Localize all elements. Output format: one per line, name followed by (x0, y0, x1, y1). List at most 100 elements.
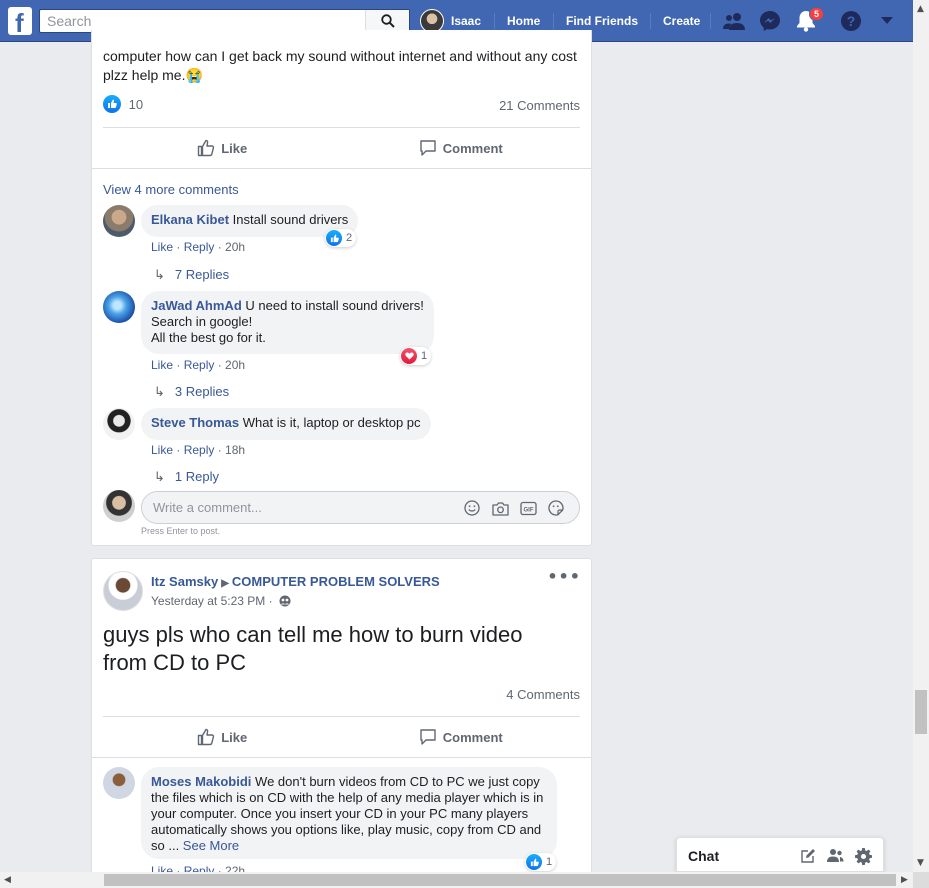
press-enter-hint: Press Enter to post. (141, 526, 221, 536)
post-timestamp[interactable]: Yesterday at 5:23 PM · (151, 594, 273, 608)
group-name-link[interactable]: COMPUTER PROBLEM SOLVERS (232, 574, 440, 589)
comment-reply-link[interactable]: Reply (184, 358, 215, 372)
notification-count-badge: 5 (809, 7, 825, 21)
comment-time[interactable]: 18h (225, 443, 245, 457)
comment-reply-link[interactable]: Reply (184, 443, 215, 457)
horizontal-scrollbar-thumb[interactable] (104, 874, 896, 886)
commenter-avatar[interactable] (103, 408, 135, 440)
commenter-avatar[interactable] (103, 767, 135, 799)
like-button[interactable]: Like (103, 728, 342, 746)
comment-author[interactable]: Steve Thomas (151, 415, 239, 430)
post-card: Itz Samsky ▶ COMPUTER PROBLEM SOLVERS Yest… (91, 558, 592, 878)
post-options-icon[interactable]: ••• (547, 567, 581, 586)
comment-reactions[interactable]: 2 (325, 229, 357, 247)
comment-reaction-count: 1 (546, 856, 553, 868)
comment: Moses Makobidi We don't burn videos from… (103, 767, 573, 878)
like-button[interactable]: Like (103, 139, 342, 157)
commenter-avatar[interactable] (103, 291, 135, 323)
search-button[interactable] (365, 10, 409, 32)
reactions-summary: 4 Comments (103, 687, 580, 707)
sticker-icon[interactable] (547, 499, 565, 517)
post-text-line: plzz help me.😭 (103, 67, 203, 83)
chat-settings-gear-icon[interactable] (854, 847, 872, 865)
view-more-comments-link[interactable]: View 4 more comments (103, 182, 239, 197)
write-comment-row: GIF (103, 490, 580, 524)
comment: Steve Thomas What is it, laptop or deskt… (103, 408, 573, 488)
friend-requests-icon[interactable] (722, 9, 746, 33)
view-replies-link[interactable]: ↳ 1 Reply (154, 469, 219, 485)
like-reaction-icon (526, 854, 542, 870)
commenter-avatar[interactable] (103, 205, 135, 237)
nav-divider (494, 13, 495, 29)
post-text-line: from CD to PC (103, 650, 247, 675)
emoji-icon[interactable] (463, 499, 481, 517)
comment-like-link[interactable]: Like (151, 240, 173, 254)
scroll-left-arrow-icon[interactable]: ◀ (4, 875, 11, 885)
comment-author[interactable]: Elkana Kibet (151, 212, 229, 227)
comment-author[interactable]: Moses Makobidi (151, 774, 251, 789)
comment-text: What is it, laptop or desktop pc (242, 415, 421, 430)
comment-text-line: the files which is on CD with the help o… (151, 790, 544, 805)
comment-author[interactable]: JaWad AhmAd (151, 298, 242, 313)
reply-arrow-icon: ↳ (154, 469, 165, 484)
new-message-icon[interactable] (799, 847, 817, 865)
comments-count-link[interactable]: 4 Comments (506, 687, 580, 702)
help-icon[interactable]: ? (839, 9, 863, 33)
see-more-link[interactable]: See More (183, 838, 239, 853)
svg-text:?: ? (847, 13, 856, 29)
post-text-line: guys pls who can tell me how to burn vid… (103, 622, 523, 647)
comment-text-line: We don't burn videos from CD to PC we ju… (255, 774, 540, 789)
comment-label: Comment (442, 729, 503, 745)
comment-button[interactable]: Comment (342, 728, 581, 746)
replies-count: 7 Replies (174, 267, 230, 282)
comment-time[interactable]: 20h (225, 240, 245, 254)
post-meta: Yesterday at 5:23 PM · (151, 594, 291, 608)
comment-like-link[interactable]: Like (151, 443, 173, 457)
comment-bubble: JaWad AhmAd U need to install sound driv… (141, 291, 434, 354)
post-card: computer how can I get back my sound wit… (91, 30, 592, 546)
messenger-icon[interactable] (758, 9, 782, 33)
view-replies-link[interactable]: ↳ 7 Replies (154, 267, 229, 283)
account-menu-chevron-icon[interactable] (875, 9, 899, 33)
post-text: guys pls who can tell me how to burn vid… (103, 621, 573, 677)
create-group-icon[interactable] (826, 847, 844, 865)
comment-reactions[interactable]: 1 (400, 347, 432, 365)
vertical-scrollbar[interactable] (913, 0, 929, 872)
comment-bubble-icon (420, 140, 436, 156)
replies-count: 3 Replies (174, 384, 230, 399)
vertical-scrollbar-thumb[interactable] (915, 690, 927, 734)
create-link[interactable]: Create (663, 0, 700, 42)
comment-text-line: All the best go for it. (151, 330, 266, 345)
post-author-avatar[interactable] (103, 571, 143, 611)
scroll-down-arrow-icon[interactable]: ▼ (917, 858, 924, 868)
comment-time[interactable]: 20h (225, 358, 245, 372)
comment-like-link[interactable]: Like (151, 358, 173, 372)
facebook-logo-icon[interactable]: f (8, 7, 32, 35)
nav-divider (650, 13, 651, 29)
svg-text:GIF: GIF (523, 507, 533, 513)
comment-text-line: Search in google! (151, 314, 253, 329)
write-comment-input[interactable] (153, 492, 443, 523)
post-author-name[interactable]: Itz Samsky (151, 574, 218, 589)
comment-reactions[interactable]: 1 (525, 853, 557, 871)
scroll-up-arrow-icon[interactable]: ▲ (917, 4, 924, 14)
like-count[interactable]: 10 (129, 97, 143, 112)
camera-icon[interactable] (491, 499, 509, 517)
like-label: Like (221, 140, 248, 156)
chat-bar[interactable]: Chat (676, 837, 884, 872)
post-action-bar: Like Comment (103, 716, 580, 757)
comment-reply-link[interactable]: Reply (184, 240, 215, 254)
scroll-right-arrow-icon[interactable]: ▶ (901, 875, 908, 885)
comment-bubble-icon (420, 729, 436, 745)
comment-reaction-count: 2 (346, 232, 353, 244)
comments-count-link[interactable]: 21 Comments (499, 98, 580, 113)
thumbs-up-icon (198, 139, 215, 157)
heart-reaction-icon (401, 348, 417, 364)
divider (92, 168, 591, 169)
post-text-line: computer how can I get back my sound wit… (103, 48, 577, 64)
view-replies-link[interactable]: ↳ 3 Replies (154, 384, 229, 400)
gif-icon[interactable]: GIF (519, 499, 537, 517)
search-input[interactable] (40, 10, 365, 32)
comment-button[interactable]: Comment (342, 139, 581, 157)
divider (92, 757, 591, 758)
